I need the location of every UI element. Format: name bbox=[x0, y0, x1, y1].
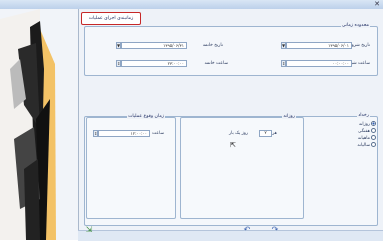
end-time-label: ساعت خاتمه bbox=[204, 61, 228, 66]
occurrence-time-label: ساعت bbox=[152, 131, 164, 136]
occurrence-title: زمان وقوع عملیات bbox=[127, 114, 165, 119]
end-time-field[interactable]: ۲۳:۰۰:۰۰ bbox=[121, 60, 187, 67]
radio-yearly-dot[interactable] bbox=[371, 142, 376, 147]
radio-daily[interactable]: روزانه bbox=[359, 121, 376, 127]
redo-icon[interactable]: ↷ bbox=[268, 225, 282, 235]
footer-bar bbox=[78, 230, 383, 241]
logo-graphic bbox=[0, 9, 56, 240]
radio-yearly-label: سالیانه bbox=[357, 143, 370, 148]
repeat-title: رخداد bbox=[357, 113, 370, 118]
occurrence-time-field[interactable]: ۱۲:۰۰:۰۰ bbox=[98, 130, 150, 137]
exit-icon[interactable]: ⇲ bbox=[82, 225, 96, 235]
end-date-field[interactable]: ۱۳۹۵/۰۶/۳۱ bbox=[121, 42, 187, 49]
tab-schedule[interactable]: زمانبندی اجرای عملیات bbox=[81, 12, 141, 25]
close-icon[interactable]: ✕ bbox=[374, 0, 380, 9]
start-date-label: تاریخ شروع bbox=[349, 43, 370, 48]
radio-weekly[interactable]: هفتگی bbox=[358, 128, 376, 134]
days-once-label: روز یک بار bbox=[229, 131, 248, 136]
mouse-cursor-icon: ⇱ bbox=[230, 141, 236, 149]
start-time-field[interactable]: ۰۰:۰۰:۰۰ bbox=[286, 60, 352, 67]
radio-monthly[interactable]: ماهیانه bbox=[358, 135, 376, 141]
radio-monthly-dot[interactable] bbox=[371, 135, 376, 140]
every-days-spinner[interactable]: ۲ bbox=[259, 130, 272, 137]
radio-daily-dot[interactable] bbox=[371, 121, 376, 126]
radio-daily-label: روزانه bbox=[358, 122, 370, 127]
undo-icon[interactable]: ↶ bbox=[240, 225, 254, 235]
end-date-dropdown[interactable]: ▼ bbox=[116, 42, 121, 49]
radio-yearly[interactable]: سالیانه bbox=[357, 142, 376, 148]
every-label: هر bbox=[272, 131, 277, 136]
start-date-dropdown[interactable]: ▼ bbox=[281, 42, 286, 49]
end-date-label: تاریخ خاتمه bbox=[202, 43, 223, 48]
time-range-group bbox=[84, 26, 378, 76]
daily-title: روزانه bbox=[282, 114, 296, 119]
time-range-title: محدوده زمانی bbox=[340, 23, 370, 28]
occurrence-time-spinner[interactable]: ⇕ bbox=[93, 130, 98, 137]
radio-weekly-label: هفتگی bbox=[358, 129, 370, 134]
start-time-spinner[interactable]: ⇕ bbox=[281, 60, 286, 67]
end-time-spinner[interactable]: ⇕ bbox=[116, 60, 121, 67]
radio-weekly-dot[interactable] bbox=[371, 128, 376, 133]
radio-monthly-label: ماهیانه bbox=[357, 136, 370, 141]
start-date-field[interactable]: ۱۳۹۵/۰۶/۰۱ bbox=[286, 42, 352, 49]
